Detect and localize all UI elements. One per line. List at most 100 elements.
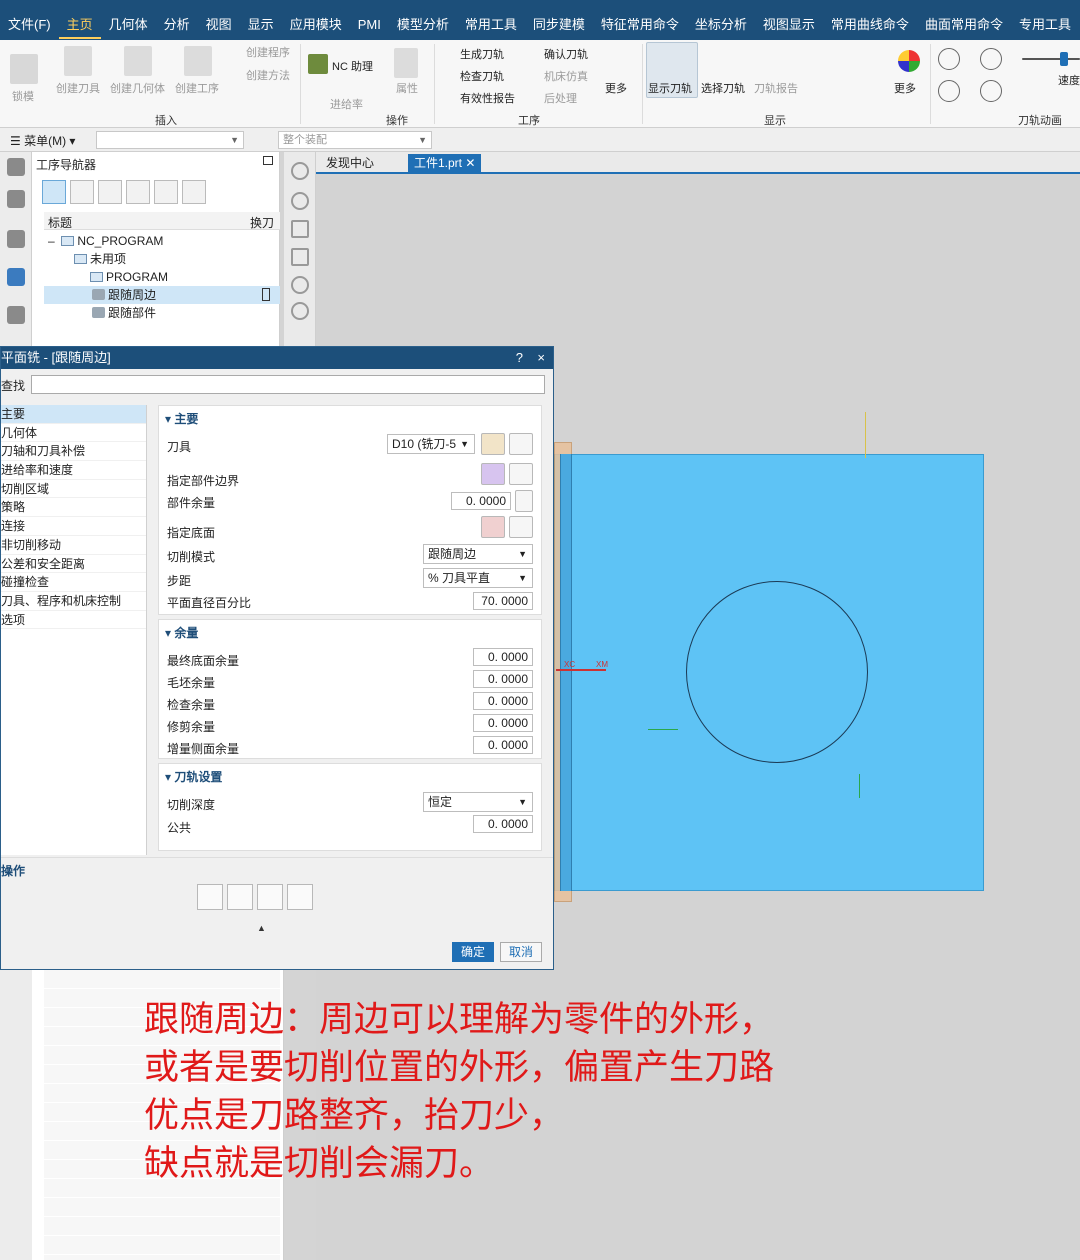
tree-row[interactable]: – NC_PROGRAM xyxy=(44,232,280,250)
create-program-button[interactable]: 创建程序 xyxy=(246,44,290,60)
section-item[interactable]: 策略 xyxy=(1,498,146,518)
ok-button[interactable]: 确定 xyxy=(452,942,494,962)
machine-tool-view-icon[interactable] xyxy=(70,180,94,204)
postprocess-button[interactable]: 后处理 xyxy=(544,90,577,106)
maximize-icon[interactable] xyxy=(263,156,273,165)
lock-mold-icon[interactable] xyxy=(10,54,38,84)
show-toolpath-label[interactable]: 显示刀轨 xyxy=(648,80,692,96)
section-item[interactable]: 切削区域 xyxy=(1,480,146,499)
column-title[interactable]: 标题 xyxy=(48,214,72,231)
machining-method-view-icon[interactable] xyxy=(126,180,150,204)
menu-display[interactable]: 显示 xyxy=(240,11,282,39)
replay-icon[interactable] xyxy=(227,884,253,910)
list-icon[interactable] xyxy=(287,884,313,910)
feedrate-button[interactable]: 进给率 xyxy=(330,96,363,112)
create-operation-icon[interactable] xyxy=(184,46,212,76)
common-input[interactable]: 0. 0000 xyxy=(473,815,533,833)
operation-navigator-icon[interactable] xyxy=(7,268,25,286)
search-input[interactable] xyxy=(31,375,545,394)
menu-home[interactable]: 主页 xyxy=(58,11,101,39)
stock-section-header[interactable]: ▾ 余量 xyxy=(165,624,198,641)
speed-slider-handle[interactable] xyxy=(1060,52,1068,66)
brush-icon[interactable] xyxy=(291,248,309,266)
geometry-view-icon[interactable] xyxy=(98,180,122,204)
menu-feature-commands[interactable]: 特征常用命令 xyxy=(593,11,687,39)
animation-start-icon[interactable] xyxy=(938,80,960,102)
menu-curve-commands[interactable]: 常用曲线命令 xyxy=(823,11,917,39)
nc-assistant-label[interactable]: NC 助理 xyxy=(332,58,373,74)
machine-tool-icon[interactable] xyxy=(7,306,25,324)
add-icon[interactable] xyxy=(291,276,309,294)
check-toolpath-button[interactable]: 检查刀轨 xyxy=(460,68,504,84)
main-section-header[interactable]: ▾ 主要 xyxy=(165,410,198,427)
column-tool-change[interactable]: 换刀 xyxy=(250,214,274,231)
show-floor-icon[interactable] xyxy=(509,516,533,538)
create-method-button[interactable]: 创建方法 xyxy=(246,67,290,83)
program-order-view-icon[interactable] xyxy=(42,180,66,204)
cancel-button[interactable]: 取消 xyxy=(500,942,542,962)
verify-icon[interactable] xyxy=(257,884,283,910)
section-item[interactable]: 刀轴和刀具补偿 xyxy=(1,442,146,462)
create-geometry-icon[interactable] xyxy=(124,46,152,76)
properties-icon[interactable] xyxy=(394,48,418,78)
cut-depth-select[interactable]: 恒定 ▼ xyxy=(423,792,533,812)
new-tool-icon[interactable] xyxy=(481,433,505,455)
section-item[interactable]: 碰撞检查 xyxy=(1,573,146,592)
generate-toolpath-button[interactable]: 生成刀轨 xyxy=(460,46,504,62)
validity-report-button[interactable]: 有效性报告 xyxy=(460,90,515,106)
menu-pmi[interactable]: PMI xyxy=(350,11,389,39)
assembly-scope-combo[interactable]: 整个装配 ▼ xyxy=(278,131,432,149)
stock-row-input[interactable]: 0. 0000 xyxy=(473,648,533,666)
measure-icon[interactable] xyxy=(291,220,309,238)
expand-icon[interactable] xyxy=(154,180,178,204)
stock-row-input[interactable]: 0. 0000 xyxy=(473,714,533,732)
tool-select[interactable]: D10 (铣刀-5 ▼ xyxy=(387,434,475,454)
animation-prev-icon[interactable] xyxy=(938,48,960,70)
color-wheel-icon[interactable] xyxy=(898,50,920,72)
tree-row[interactable]: 未用项 xyxy=(44,250,280,268)
generate-icon[interactable] xyxy=(197,884,223,910)
menu-model-analysis[interactable]: 模型分析 xyxy=(389,11,457,39)
select-toolpath-label[interactable]: 选择刀轨 xyxy=(701,80,745,96)
help-icon[interactable]: ? xyxy=(516,347,523,369)
stock-row-input[interactable]: 0. 0000 xyxy=(473,670,533,688)
speed-slider[interactable] xyxy=(1022,58,1080,60)
create-tool-icon[interactable] xyxy=(64,46,92,76)
menu-coordinate-analysis[interactable]: 坐标分析 xyxy=(687,11,755,39)
selection-filter-combo[interactable]: ▼ xyxy=(96,131,244,149)
stock-row-input[interactable]: 0. 0000 xyxy=(473,692,533,710)
tree-row[interactable]: 跟随部件 xyxy=(44,304,280,322)
section-item[interactable]: 刀具、程序和机床控制 xyxy=(1,592,146,611)
show-boundary-icon[interactable] xyxy=(509,463,533,485)
stepover-select[interactable]: % 刀具平直 ▼ xyxy=(423,568,533,588)
animation-play-icon[interactable] xyxy=(980,48,1002,70)
animation-end-icon[interactable] xyxy=(980,80,1002,102)
assembly-navigator-icon[interactable] xyxy=(7,230,25,248)
part-navigator-icon[interactable] xyxy=(7,190,25,208)
tab-discovery-center[interactable]: 发现中心 xyxy=(320,154,380,174)
part-stock-input[interactable]: 0. 0000 xyxy=(451,492,511,510)
edit-tool-icon[interactable] xyxy=(509,433,533,455)
menu-file[interactable]: 文件(F) xyxy=(0,11,59,39)
gear-icon[interactable] xyxy=(7,158,25,176)
section-item[interactable]: 公差和安全距离 xyxy=(1,555,146,574)
more-operations-button[interactable]: 更多 xyxy=(605,80,627,96)
flat-diameter-percent-input[interactable]: 70. 0000 xyxy=(473,592,533,610)
tab-part-file[interactable]: 工件1.prt ✕ xyxy=(408,154,482,174)
menu-special-tools[interactable]: 专用工具 xyxy=(1011,11,1079,39)
section-item[interactable]: 选项 xyxy=(1,611,146,630)
verify-toolpath-button[interactable]: 确认刀轨 xyxy=(544,46,588,62)
lock-icon[interactable] xyxy=(515,490,533,512)
hole-circle[interactable] xyxy=(686,581,868,763)
menu-common-tools[interactable]: 常用工具 xyxy=(457,11,525,39)
refresh-icon[interactable] xyxy=(291,192,309,210)
section-item[interactable]: 主要 xyxy=(1,405,146,424)
tree-row[interactable]: 跟随周边 xyxy=(44,286,280,304)
section-item[interactable]: 连接 xyxy=(1,517,146,536)
menu-button[interactable]: ☰ 菜单(M) ▾ xyxy=(10,132,75,149)
stock-row-input[interactable]: 0. 0000 xyxy=(473,736,533,754)
close-icon[interactable]: × xyxy=(537,347,545,369)
menu-geometry[interactable]: 几何体 xyxy=(101,11,156,39)
select-boundary-icon[interactable] xyxy=(481,463,505,485)
nc-assistant-icon[interactable] xyxy=(308,54,328,74)
